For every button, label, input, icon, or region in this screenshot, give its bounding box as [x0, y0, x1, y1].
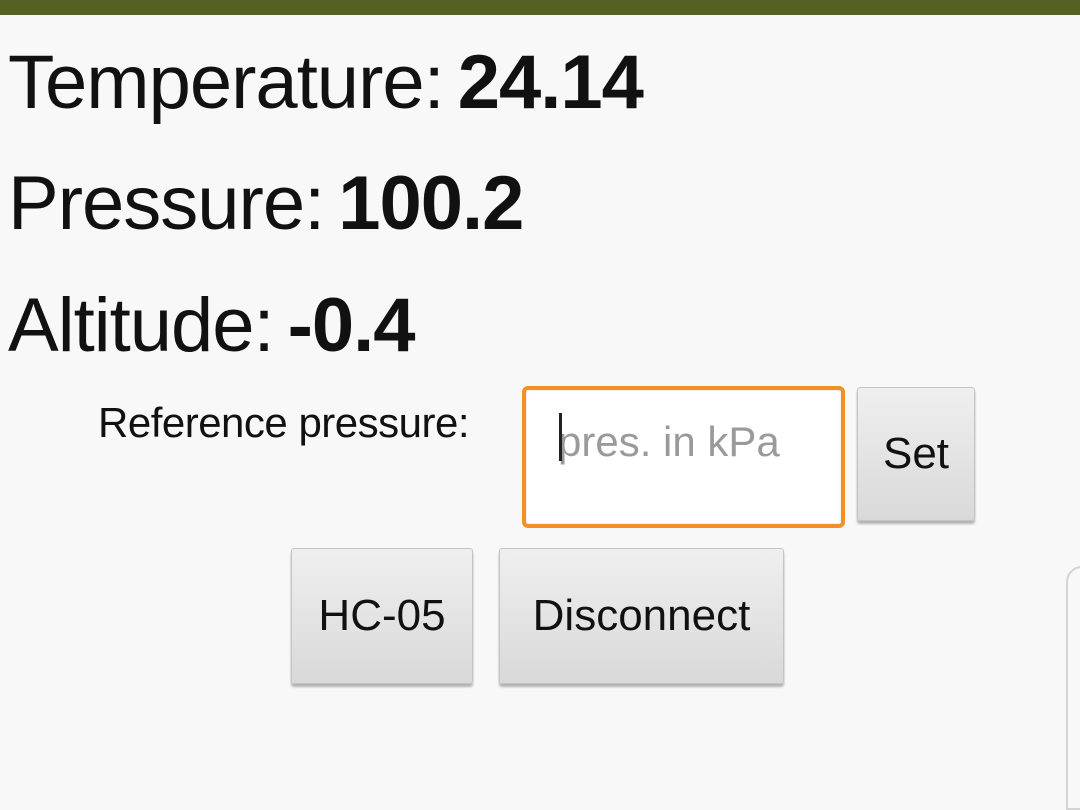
text-cursor — [559, 413, 562, 461]
device-hc05-button[interactable]: HC-05 — [291, 548, 473, 684]
altitude-label: Altitude: — [8, 283, 275, 368]
temperature-row: Temperature: 24.14 — [8, 45, 644, 121]
altitude-row: Altitude: -0.4 — [8, 288, 416, 364]
edge-panel-handle[interactable] — [1066, 566, 1080, 810]
temperature-value: 24.14 — [457, 40, 644, 125]
reference-pressure-field[interactable] — [522, 386, 845, 528]
set-button[interactable]: Set — [857, 387, 975, 521]
pressure-row: Pressure: 100.2 — [8, 166, 524, 242]
altitude-value: -0.4 — [287, 283, 416, 368]
pressure-value: 100.2 — [338, 161, 524, 246]
reference-pressure-input[interactable] — [558, 418, 828, 466]
temperature-label: Temperature: — [8, 40, 445, 125]
reference-pressure-label: Reference pressure: — [98, 399, 470, 446]
pressure-label: Pressure: — [8, 161, 325, 246]
status-bar — [0, 0, 1080, 15]
disconnect-button[interactable]: Disconnect — [499, 548, 784, 684]
